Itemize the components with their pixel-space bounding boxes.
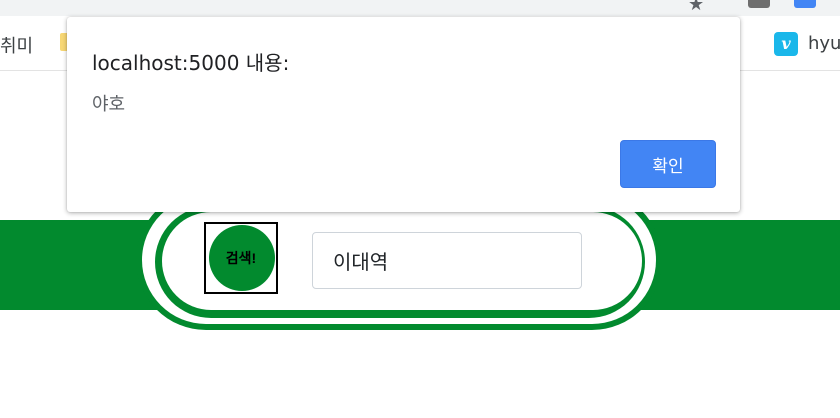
profile-extension-icon[interactable]	[794, 0, 816, 8]
bookmark-item-hyu[interactable]: hyu	[808, 33, 840, 54]
browser-tab-strip: ★	[0, 0, 840, 16]
search-button[interactable]: 검색!	[204, 222, 278, 294]
bookmark-item-hobby[interactable]: 취미	[0, 32, 33, 58]
vimeo-icon[interactable]: v	[774, 32, 798, 56]
extension-icon[interactable]	[748, 0, 770, 8]
dialog-title: localhost:5000 내용:	[92, 51, 290, 75]
search-input[interactable]	[312, 232, 582, 289]
dialog-message: 야호	[92, 94, 126, 115]
search-button-label: 검색!	[225, 250, 257, 266]
star-icon[interactable]: ★	[688, 0, 704, 15]
alert-dialog: localhost:5000 내용: 야호 확인	[67, 17, 740, 212]
dialog-ok-button[interactable]: 확인	[620, 140, 716, 188]
